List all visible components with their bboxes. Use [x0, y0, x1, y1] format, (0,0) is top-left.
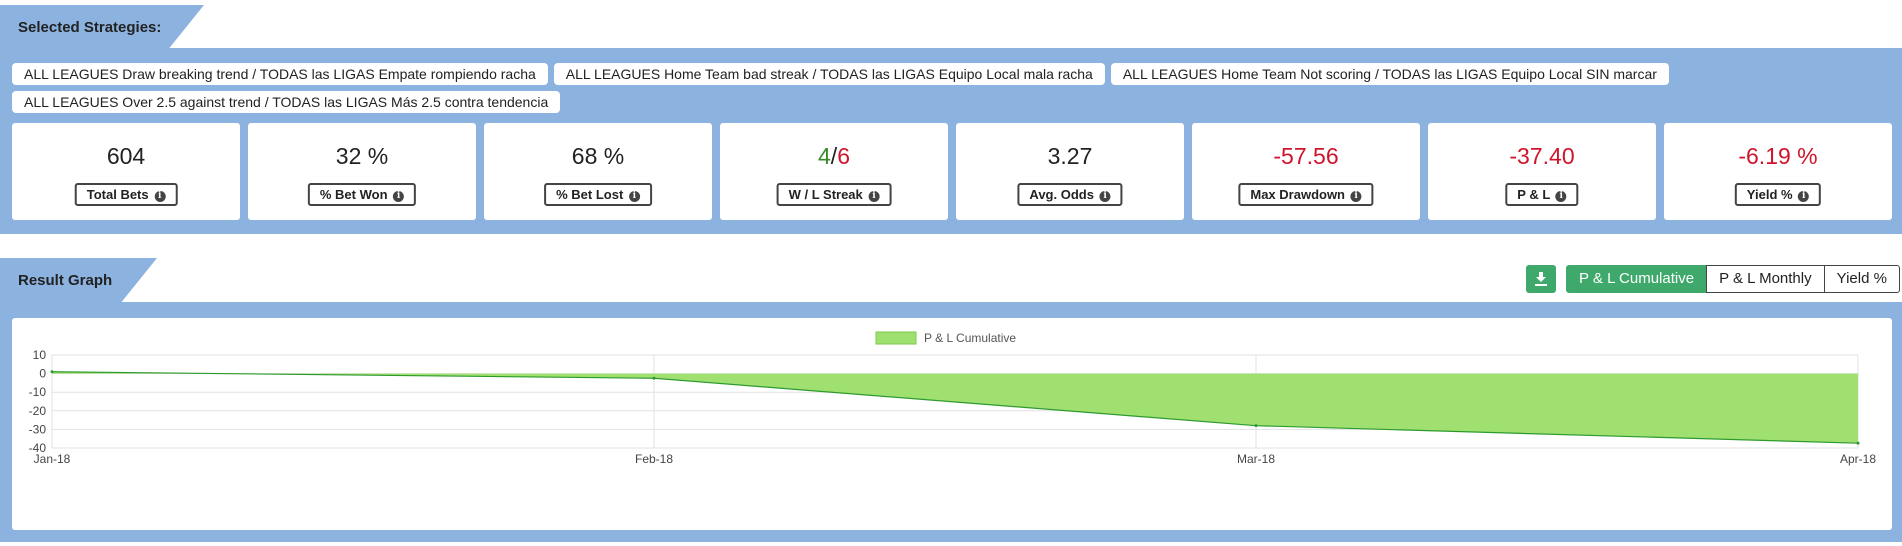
bet-won-label-text: % Bet Won	[319, 187, 388, 202]
total-bets-label-text: Total Bets	[86, 187, 149, 202]
streak-label-text: W / L Streak	[788, 187, 863, 202]
stat-bet-won: 32 % % Bet Won i	[248, 123, 476, 220]
info-icon[interactable]: i	[393, 191, 405, 202]
x-tick-label: Jan-18	[34, 452, 71, 466]
pl-area	[52, 371, 1858, 444]
y-tick-label: 10	[33, 348, 47, 362]
bet-lost-value: 68 %	[571, 143, 625, 169]
toggle-pl-monthly[interactable]: P & L Monthly	[1706, 265, 1825, 293]
info-icon[interactable]: i	[1555, 191, 1567, 202]
stat-avg-odds: 3.27 Avg. Odds i	[956, 123, 1184, 220]
avg-odds-label[interactable]: Avg. Odds i	[1017, 183, 1123, 206]
strategy-chip[interactable]: ALL LEAGUES Draw breaking trend / TODAS …	[12, 63, 548, 85]
y-tick-label: 0	[39, 367, 46, 381]
strategy-list: ALL LEAGUES Draw breaking trend / TODAS …	[12, 63, 1892, 119]
loss-streak-value: 6	[837, 143, 850, 169]
info-icon[interactable]: i	[1099, 191, 1111, 202]
graph-toggle-group: P & L Cumulative P & L Monthly Yield %	[1566, 265, 1900, 293]
info-icon[interactable]: i	[1798, 191, 1810, 202]
y-tick-label: -30	[29, 422, 47, 436]
stat-max-drawdown: -57.56 Max Drawdown i	[1192, 123, 1420, 220]
x-tick-label: Mar-18	[1237, 452, 1275, 466]
bet-won-value: 32 %	[335, 143, 389, 169]
y-tick-label: -20	[29, 404, 47, 418]
streak-label[interactable]: W / L Streak i	[776, 183, 892, 206]
avg-odds-value: 3.27	[1047, 143, 1093, 169]
stats-row: 604 Total Bets i 32 % % Bet Won i 68 % %…	[12, 123, 1892, 220]
pl-data-point	[1856, 441, 1860, 445]
toggle-pl-cumulative[interactable]: P & L Cumulative	[1566, 265, 1708, 293]
stat-total-bets: 604 Total Bets i	[12, 123, 240, 220]
legend-swatch	[875, 331, 917, 345]
pl-data-point	[652, 376, 656, 380]
bet-lost-label[interactable]: % Bet Lost i	[544, 183, 652, 206]
max-drawdown-label-text: Max Drawdown	[1250, 187, 1345, 202]
strategy-chip[interactable]: ALL LEAGUES Over 2.5 against trend / TOD…	[12, 91, 561, 113]
avg-odds-label-text: Avg. Odds	[1029, 187, 1094, 202]
pl-value: -37.40	[1509, 143, 1575, 169]
x-tick-label: Feb-18	[635, 452, 673, 466]
strategy-chip[interactable]: ALL LEAGUES Home Team Not scoring / TODA…	[1110, 63, 1669, 85]
max-drawdown-label[interactable]: Max Drawdown i	[1238, 183, 1374, 206]
pl-label[interactable]: P & L i	[1505, 183, 1579, 206]
streak-value: 4/6	[720, 143, 948, 170]
stat-yield: -6.19 % Yield % i	[1664, 123, 1892, 220]
yield-label-text: Yield %	[1746, 187, 1793, 202]
info-icon[interactable]: i	[628, 191, 640, 202]
pl-label-text: P & L	[1517, 187, 1551, 202]
info-icon[interactable]: i	[154, 191, 166, 202]
info-icon[interactable]: i	[1350, 191, 1362, 202]
y-tick-label: -10	[29, 385, 47, 399]
result-graph-heading: Result Graph	[0, 258, 157, 304]
download-button[interactable]	[1526, 265, 1556, 293]
x-tick-label: Apr-18	[1840, 452, 1876, 466]
download-icon	[1535, 272, 1547, 286]
strategy-chip[interactable]: ALL LEAGUES Home Team bad streak / TODAS…	[553, 63, 1105, 85]
pl-data-point	[50, 370, 54, 374]
max-drawdown-value: -57.56	[1273, 143, 1339, 169]
bet-won-label[interactable]: % Bet Won i	[307, 183, 417, 206]
info-icon[interactable]: i	[868, 191, 880, 202]
legend-label: P & L Cumulative	[924, 331, 1016, 345]
total-bets-label[interactable]: Total Bets i	[74, 183, 178, 206]
stat-pl: -37.40 P & L i	[1428, 123, 1656, 220]
total-bets-value: 604	[106, 143, 146, 169]
stat-bet-lost: 68 % % Bet Lost i	[484, 123, 712, 220]
yield-value: -6.19 %	[1738, 143, 1818, 169]
yield-label[interactable]: Yield % i	[1734, 183, 1822, 206]
pl-cumulative-chart: 100-10-20-30-40Jan-18 Feb-18 Mar-18 Apr-18P…	[29, 331, 1877, 466]
selected-strategies-heading: Selected Strategies:	[0, 5, 204, 51]
stat-streak: 4/6 W / L Streak i	[720, 123, 948, 220]
toggle-yield[interactable]: Yield %	[1823, 265, 1900, 293]
chart-container: 10 0 -10 -20 -30 -40 Jan-18 Feb-18 Mar-18 Apr-18 P…	[12, 318, 1892, 530]
strategies-panel: ALL LEAGUES Draw breaking trend / TODAS …	[0, 48, 1902, 234]
win-streak-value: 4	[818, 143, 831, 169]
pl-data-point	[1254, 424, 1258, 428]
bet-lost-label-text: % Bet Lost	[556, 187, 624, 202]
